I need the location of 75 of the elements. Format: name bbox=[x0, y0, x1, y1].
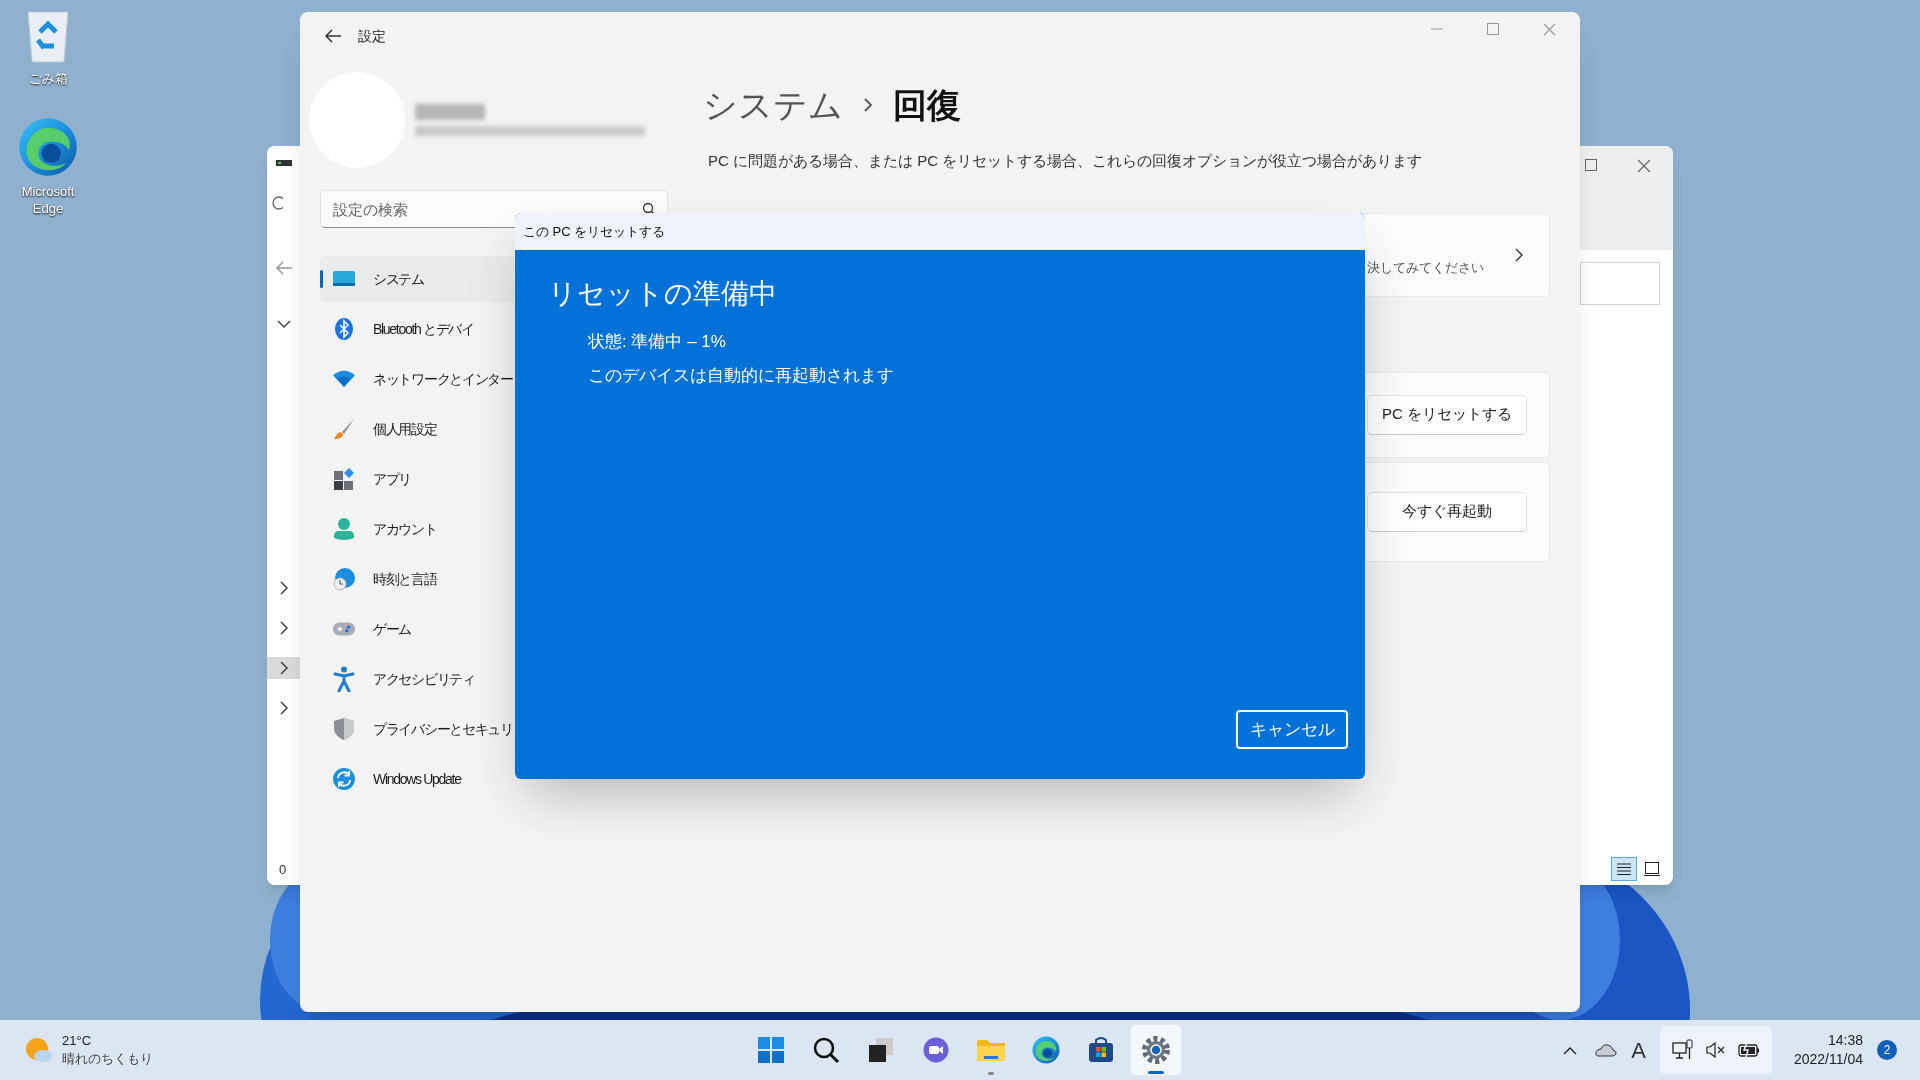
accessibility-icon bbox=[333, 666, 355, 692]
dialog-heading: リセットの準備中 bbox=[548, 277, 778, 311]
sync-icon bbox=[332, 767, 356, 791]
network-icon bbox=[1671, 1039, 1694, 1061]
chevron-right-icon bbox=[278, 701, 289, 715]
notification-badge[interactable]: 2 bbox=[1877, 1040, 1897, 1060]
back-button[interactable] bbox=[324, 29, 342, 43]
chevron-right-icon bbox=[278, 581, 289, 595]
system-tray-group[interactable] bbox=[1659, 1026, 1772, 1074]
status-text: 0 bbox=[279, 860, 287, 879]
breadcrumb-chevron-icon bbox=[863, 97, 873, 113]
browser-icon bbox=[1031, 1035, 1061, 1065]
breadcrumb-item[interactable]: システム bbox=[703, 79, 843, 131]
store-icon bbox=[1087, 1036, 1115, 1064]
search-icon bbox=[812, 1036, 840, 1064]
running-indicator bbox=[988, 1072, 994, 1075]
selection-indicator bbox=[320, 270, 323, 288]
settings-button[interactable]: PC をリセットする bbox=[1367, 394, 1527, 435]
charging-battery-icon bbox=[1737, 1042, 1760, 1058]
nav-item[interactable]: 個人用設定 bbox=[320, 406, 514, 452]
bluetooth-icon bbox=[334, 317, 354, 341]
apps-icon bbox=[332, 467, 356, 491]
settings-button[interactable]: 今すぐ再起動 bbox=[1367, 491, 1527, 532]
nav-item[interactable]: ゲーム bbox=[320, 606, 514, 652]
monitor-icon bbox=[332, 269, 356, 289]
list-icon bbox=[1617, 863, 1631, 875]
close-icon[interactable] bbox=[1637, 159, 1651, 173]
details-view-button[interactable] bbox=[1611, 857, 1637, 881]
browser-icon[interactable] bbox=[16, 115, 80, 179]
video-chat-icon bbox=[922, 1036, 950, 1064]
tree-row[interactable] bbox=[267, 657, 300, 679]
nav-item[interactable]: 時刻と言語 bbox=[320, 556, 514, 602]
nav-item[interactable]: Bluetooth とデバイ bbox=[320, 306, 514, 352]
gamepad-icon bbox=[332, 620, 356, 638]
redacted-name bbox=[415, 104, 485, 120]
description: PC に問題がある場合、または PC をリセットする場合、これらの回復オプションが役立つ場合があります bbox=[708, 151, 1424, 171]
gear-icon bbox=[1141, 1035, 1171, 1065]
nav-item[interactable]: システム bbox=[320, 256, 514, 302]
cloud-icon[interactable] bbox=[1595, 1043, 1618, 1057]
chevron-right-icon bbox=[278, 621, 289, 635]
card-text: 決してみてください bbox=[1367, 258, 1484, 277]
nav-item[interactable]: アクセシビリティ bbox=[320, 656, 514, 702]
drive-icon bbox=[275, 159, 292, 167]
person-icon bbox=[333, 517, 355, 541]
running-indicator bbox=[1148, 1071, 1164, 1074]
window-title: 設定 bbox=[358, 26, 386, 46]
folder-icon bbox=[976, 1037, 1006, 1063]
search-field[interactable] bbox=[1580, 262, 1660, 305]
weather-condition[interactable]: 晴れのちくもり bbox=[62, 1050, 153, 1068]
cancel-button[interactable]: キャンセル bbox=[1236, 710, 1348, 749]
chevron-up-icon[interactable] bbox=[1563, 1045, 1578, 1055]
nav-item[interactable]: Windows Update bbox=[320, 756, 514, 802]
breadcrumb-item: 回復 bbox=[893, 84, 961, 126]
chevron-right-icon bbox=[1514, 246, 1524, 263]
maximize-icon[interactable] bbox=[1585, 159, 1597, 171]
status-text: このデバイスは自動的に再起動されます bbox=[588, 364, 895, 387]
shield-icon bbox=[333, 717, 355, 741]
wifi-icon bbox=[332, 369, 356, 389]
close-icon[interactable] bbox=[1543, 22, 1556, 36]
nav-item[interactable]: プライバシーとセキュリ bbox=[320, 706, 514, 752]
nav-item[interactable]: アプリ bbox=[320, 456, 514, 502]
muted-speaker-icon bbox=[1705, 1042, 1726, 1058]
clock[interactable]: 14:38 2022/11/04 bbox=[1793, 1031, 1863, 1069]
temperature[interactable]: 21°C bbox=[62, 1032, 153, 1050]
status-text: 状態: 準備中 – 1% bbox=[588, 331, 727, 353]
globe-clock-icon bbox=[332, 567, 356, 591]
tile-icon bbox=[1644, 862, 1660, 876]
windows-icon bbox=[757, 1036, 785, 1064]
input-method-indicator[interactable]: A bbox=[1631, 1033, 1646, 1067]
task-view-icon bbox=[867, 1036, 895, 1064]
chevron-down-icon bbox=[276, 319, 291, 329]
chevron-right-icon bbox=[278, 661, 289, 675]
nav-item[interactable]: アカウント bbox=[320, 506, 514, 552]
maximize-icon[interactable] bbox=[1487, 23, 1499, 35]
nav-item[interactable]: ネットワークとインター bbox=[320, 356, 514, 402]
